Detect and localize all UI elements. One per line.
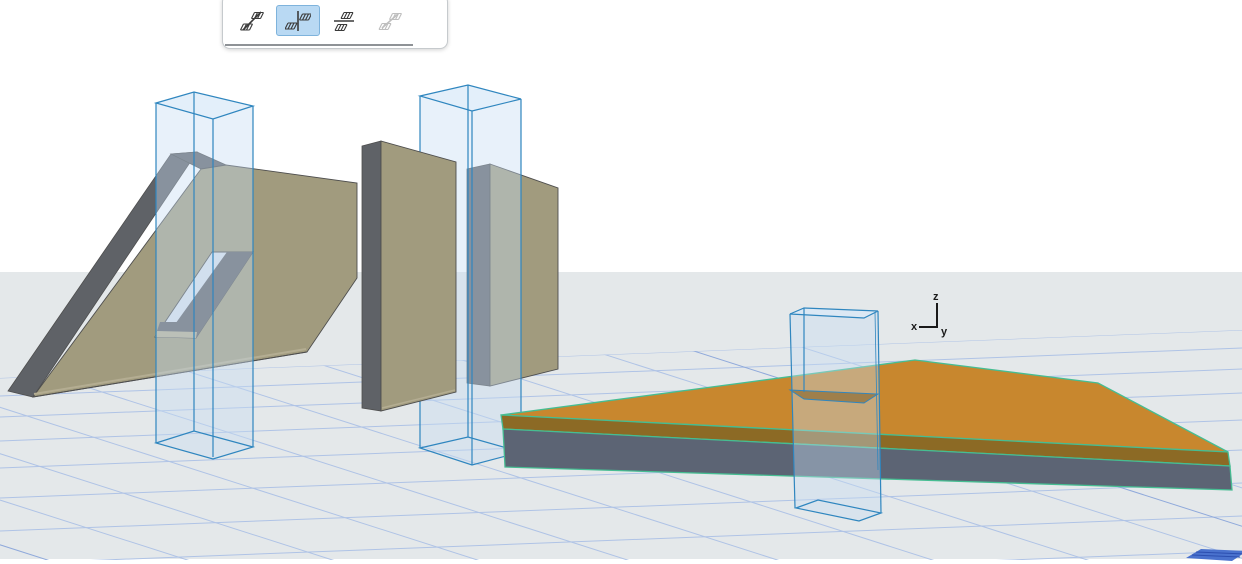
pet-palette-toolbar xyxy=(222,0,448,49)
wall-junction-cross-button[interactable] xyxy=(230,5,274,36)
wall-junction-diagonal-button xyxy=(368,5,412,36)
wall-middle-left[interactable] xyxy=(361,140,457,412)
axis-label-x: x xyxy=(911,321,918,333)
3d-scene: x z y xyxy=(0,84,1242,564)
wall-junction-diagonal-icon xyxy=(378,12,403,30)
wall-junction-vertical-icon xyxy=(285,10,311,31)
pet-palette-buttons xyxy=(230,5,412,36)
3d-viewport[interactable]: x z y xyxy=(0,0,1242,564)
marquee-box-left[interactable] xyxy=(153,91,256,460)
axis-label-z: z xyxy=(933,291,939,303)
wall-junction-horizontal-icon xyxy=(334,11,354,31)
marquee-box-right[interactable] xyxy=(788,307,884,522)
wall-junction-vertical-button[interactable] xyxy=(276,5,320,36)
wall-junction-horizontal-button[interactable] xyxy=(322,5,366,36)
wall-junction-cross-icon xyxy=(239,10,265,31)
axis-label-y: y xyxy=(941,326,948,338)
palette-separator xyxy=(225,44,413,46)
